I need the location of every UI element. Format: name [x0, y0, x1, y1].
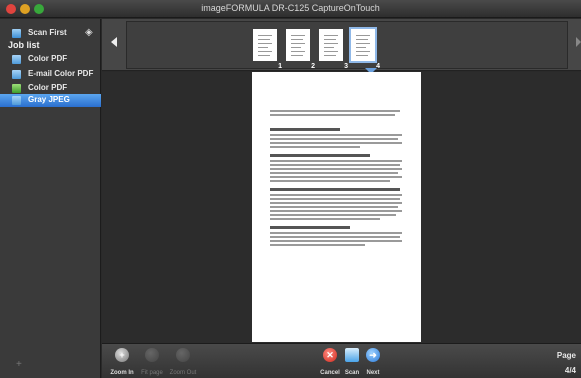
folder-icon: [12, 55, 21, 64]
add-job-icon[interactable]: +: [16, 359, 22, 370]
bottom-toolbar: + Zoom In Fit page Zoom Out ✕ Cancel Sca…: [102, 343, 581, 378]
thumbnail-page-selected[interactable]: 4: [349, 27, 380, 70]
scan-first-label: Scan First: [28, 28, 67, 37]
scan-first-icon: [12, 29, 21, 38]
next-icon: ➜: [366, 348, 380, 362]
page-preview: [319, 29, 343, 61]
sidebar: Scan First ◈ Job list Color PDF E-mail C…: [0, 19, 101, 378]
fit-page-icon: [145, 348, 159, 362]
zoom-in-icon: +: [115, 348, 129, 362]
next-label: Next: [366, 370, 380, 376]
job-item-label: Color PDF: [28, 54, 68, 63]
job-item-label: Gray JPEG: [28, 95, 70, 104]
next-button[interactable]: ➜ Next: [353, 348, 393, 378]
job-item-email-color-pdf[interactable]: E-mail Color PDF: [0, 68, 101, 81]
window-title: imageFORMULA DR-C125 CaptureOnTouch: [201, 3, 380, 13]
page-preview: [286, 29, 310, 61]
thumbnail-page[interactable]: 3: [317, 27, 348, 70]
page-preview: [253, 29, 277, 61]
job-item-label: Color PDF: [28, 83, 68, 92]
page-preview: [351, 29, 375, 61]
job-list-heading: Job list: [8, 40, 40, 50]
page-viewer[interactable]: [102, 72, 581, 343]
page-label: Page: [556, 351, 576, 360]
thumbnail-page[interactable]: 1: [251, 27, 282, 70]
thumbnail-number: 1: [278, 63, 282, 70]
settings-diamond-icon[interactable]: ◈: [85, 27, 93, 38]
app-window: imageFORMULA DR-C125 CaptureOnTouch Scan…: [0, 0, 581, 378]
thumbnail-container: 1 2 3 4: [126, 21, 568, 74]
zoom-out-label: Zoom Out: [169, 370, 197, 376]
job-item-label: E-mail Color PDF: [28, 69, 94, 78]
title-bar: imageFORMULA DR-C125 CaptureOnTouch: [0, 0, 581, 18]
thumbnail-page[interactable]: 2: [284, 27, 315, 70]
folder-icon: [12, 96, 21, 105]
job-item-color-pdf[interactable]: Color PDF: [0, 53, 101, 66]
scroll-left-arrow-icon[interactable]: [111, 37, 117, 47]
document-page: [252, 72, 421, 342]
thumbnail-strip: 1 2 3 4: [102, 19, 581, 74]
green-document-icon: [12, 84, 21, 93]
scan-first-item[interactable]: Scan First ◈: [0, 27, 101, 40]
page-count: 4/4: [564, 366, 576, 375]
zoom-out-button[interactable]: Zoom Out: [163, 348, 203, 378]
zoom-out-icon: [176, 348, 190, 362]
job-item-gray-jpeg[interactable]: Gray JPEG: [0, 94, 101, 107]
thumbnail-number: 3: [344, 63, 348, 70]
scroll-right-arrow-icon[interactable]: [576, 37, 581, 47]
folder-icon: [12, 70, 21, 79]
thumbnail-number: 2: [311, 63, 315, 70]
